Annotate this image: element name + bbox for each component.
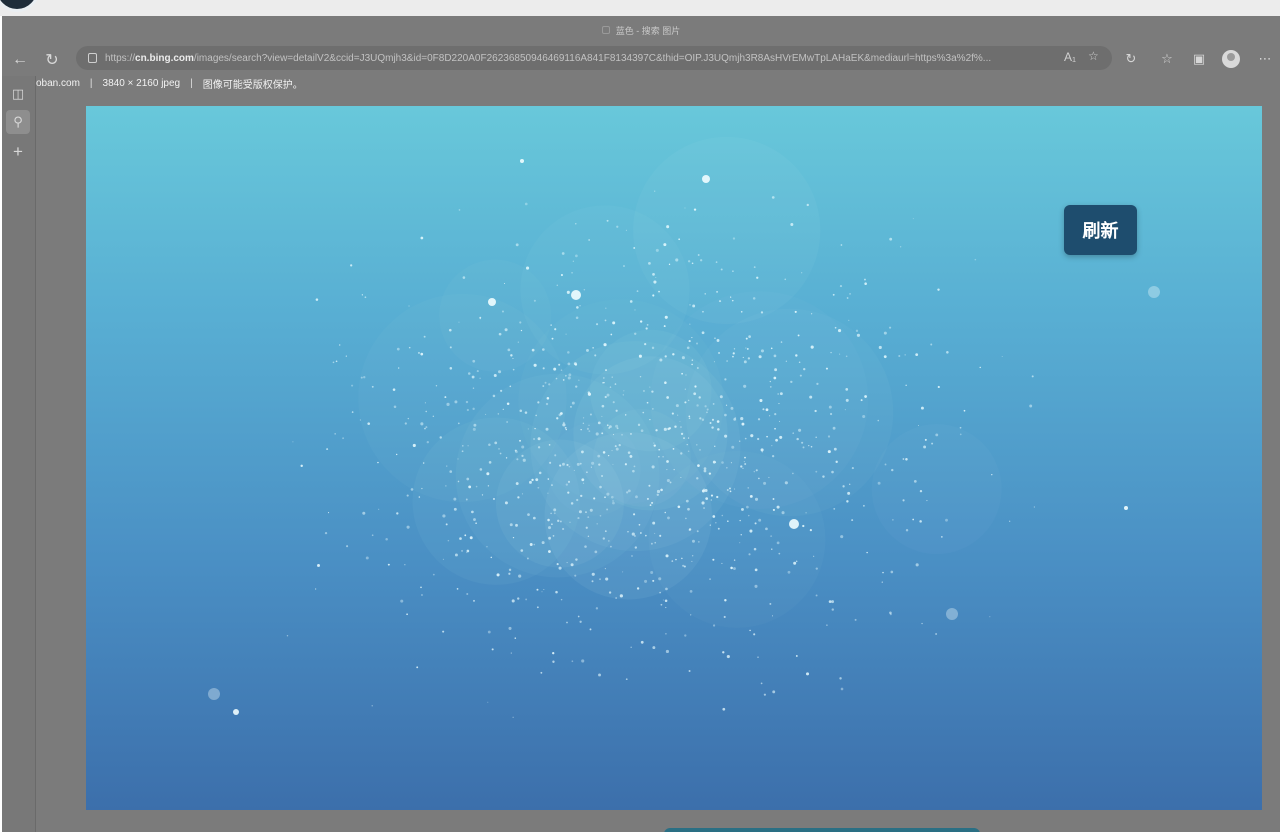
lock-icon[interactable] [88, 53, 97, 63]
info-separator: | [89, 77, 93, 89]
profile-icon[interactable] [1222, 50, 1240, 68]
read-aloud-icon[interactable]: A₁ [1064, 50, 1076, 64]
copyright-notice: 图像可能受版权保护。 [202, 79, 303, 91]
url-path: /images/search?view=detailV2&ccid=J3UQmj… [193, 52, 992, 64]
url-scheme: https:// [105, 52, 136, 64]
copilot-icon[interactable]: ↻ [1120, 48, 1142, 70]
add-favorite-icon[interactable]: ☆ [1088, 49, 1099, 63]
bottom-panel-edge [664, 828, 980, 832]
url-host: cn.bing.com [135, 52, 194, 64]
new-tab-icon[interactable]: + [6, 140, 30, 164]
search-tab-icon[interactable]: ⚲ [6, 110, 30, 134]
browser-window: 蓝色 - 搜索 图片 ← ↻ https://cn.bing.com/image… [2, 16, 1280, 832]
tab-title: 蓝色 - 搜索 图片 [615, 25, 681, 36]
source-site-link[interactable]: oban.com [36, 78, 80, 89]
navigation-bar: ← ↻ https://cn.bing.com/images/search?vi… [2, 44, 1280, 76]
favorites-icon[interactable]: ☆ [1156, 48, 1178, 70]
screen-top-strip [0, 0, 1280, 16]
collections-icon[interactable]: ▣ [1188, 48, 1210, 70]
refresh-button[interactable]: 刷新 [1064, 205, 1137, 255]
tab-actions-icon[interactable]: ◫ [6, 82, 30, 106]
tab-favicon-icon [601, 26, 610, 34]
tab-title-row[interactable]: 蓝色 - 搜索 图片 [2, 16, 1280, 44]
image-dimensions: 3840 × 2160 jpeg [102, 77, 181, 89]
back-arrow-icon[interactable]: ← [8, 48, 32, 72]
preview-image[interactable]: 刷新 [86, 106, 1262, 810]
vertical-tabs-sidebar: ◫ ⚲ + [2, 76, 36, 832]
address-bar[interactable]: https://cn.bing.com/images/search?view=d… [76, 46, 1112, 70]
image-info-line: oban.com | 3840 × 2160 jpeg | 图像可能受版权保护。 [36, 76, 303, 91]
info-separator: | [190, 77, 193, 89]
refresh-icon[interactable]: ↻ [40, 48, 64, 72]
more-icon[interactable]: ⋯ [1254, 48, 1276, 70]
